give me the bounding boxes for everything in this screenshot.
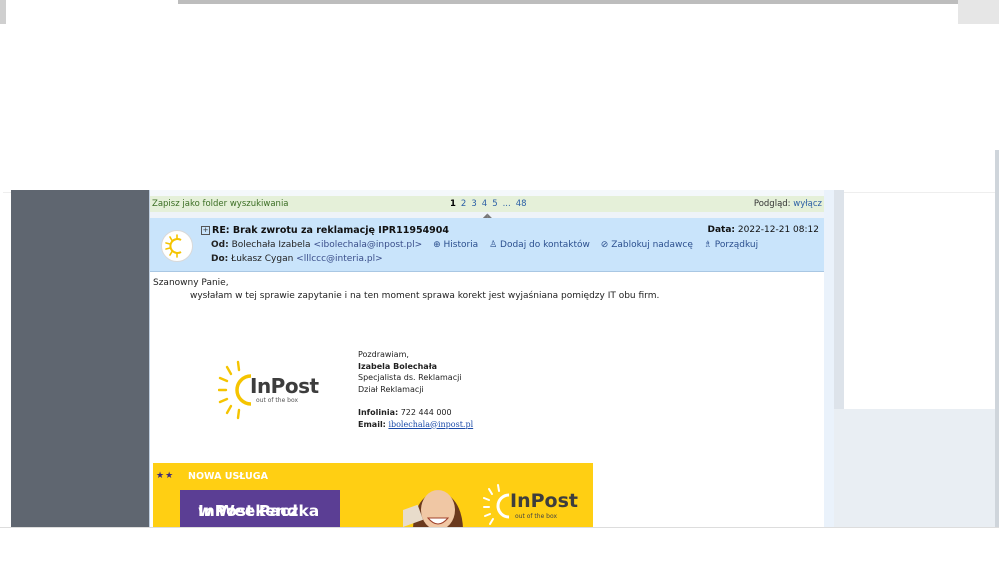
history-action[interactable]: ⊕ Historia — [433, 240, 478, 250]
phone-value: 722 444 000 — [400, 408, 452, 417]
sender-avatar — [161, 230, 193, 262]
list-toolbar: Zapisz jako folder wyszukiwania 1 2 3 4 … — [150, 196, 824, 212]
inpost-logo: InPost out of the box — [218, 360, 319, 420]
history-label: Historia — [443, 240, 479, 250]
sig-email: Email: ibolechala@inpost.pl — [358, 419, 473, 431]
banner-headline-line-2: w Weekend — [198, 502, 298, 520]
blank-overlay — [3, 24, 999, 193]
signature: Pozdrawiam, Izabela Bolechała Specjalist… — [358, 349, 473, 430]
bottom-strip — [0, 527, 999, 563]
to-email[interactable]: <lllccc@interia.pl> — [296, 254, 383, 264]
block-icon: ⊘ — [600, 240, 609, 250]
block-sender-action[interactable]: ⊘ Zablokuj nadawcę — [601, 240, 693, 250]
to-name: Łukasz Cygan — [231, 254, 294, 264]
save-search-folder-link[interactable]: Zapisz jako folder wyszukiwania — [152, 199, 289, 209]
top-edge-left — [0, 0, 6, 24]
phone-label: Infolinia: — [358, 408, 399, 417]
banner-inpost-logo: InPost out of the box — [483, 483, 583, 528]
message-subject: RE: Brak zwrotu za reklamację IPR1195490… — [212, 225, 450, 236]
from-email[interactable]: <ibolechala@inpost.pl> — [313, 240, 422, 250]
sig-name: Izabela Bolechała — [358, 361, 438, 371]
plus-box-icon[interactable]: + — [201, 226, 210, 235]
to-line: Do: Łukasz Cygan <lllccc@interia.pl> — [211, 254, 383, 264]
top-edge-right — [958, 0, 999, 24]
right-blank — [844, 367, 999, 409]
pagination: 1 2 3 4 5 ... 48 — [450, 199, 527, 209]
add-contact-label: Dodaj do kontaktów — [500, 240, 590, 250]
logo-tagline: out of the box — [256, 397, 299, 404]
message-date: Data: 2022-12-21 08:12 — [707, 225, 819, 235]
sort-action[interactable]: ♗ Porządkuj — [704, 240, 758, 250]
stars-icon: ★★ — [156, 471, 175, 481]
to-label: Do: — [211, 254, 229, 264]
page-link[interactable]: 4 — [482, 199, 487, 209]
banner-logo-wordmark: InPost — [510, 490, 578, 512]
page-link[interactable]: 5 — [492, 199, 497, 209]
sig-department: Dział Reklamacji — [358, 384, 424, 394]
banner-headline-box: InPost Paczka w Weekend — [180, 490, 340, 530]
right-side-panel — [834, 409, 995, 530]
date-value: 2022-12-21 08:12 — [737, 225, 819, 235]
left-sidebar-panel[interactable] — [11, 190, 149, 530]
date-label: Data: — [707, 225, 736, 235]
message-header: + RE: Brak zwrotu za reklamację IPR11954… — [150, 218, 824, 272]
sig-email-link[interactable]: ibolechala@inpost.pl — [388, 420, 473, 429]
sig-closing: Pozdrawiam, — [358, 350, 409, 359]
from-name: Bolechała Izabela — [231, 240, 311, 250]
preview-off-link[interactable]: wyłącz — [793, 199, 822, 209]
block-sender-label: Zablokuj nadawcę — [611, 240, 693, 250]
preview-label: Podgląd: — [753, 199, 791, 209]
from-line: Od: Bolechała Izabela <ibolechala@inpost… — [211, 240, 758, 250]
sort-icon: ♗ — [703, 240, 712, 250]
top-edge-bar — [178, 0, 958, 4]
logo-wordmark: InPost — [250, 374, 319, 398]
sort-label: Porządkuj — [714, 240, 759, 250]
preview-toggle: Podgląd: wyłącz — [754, 199, 822, 209]
greeting: Szanowny Panie, — [153, 278, 229, 288]
message-body: Szanowny Panie, wysłałam w tej sprawie z… — [150, 272, 824, 530]
page-link-last[interactable]: 48 — [516, 199, 527, 209]
sig-title: Specjalista ds. Reklamacji — [358, 373, 462, 382]
email-label: Email: — [358, 419, 386, 429]
promo-banner[interactable]: ★★ NOWA USŁUGA InPost Paczka w Weekend I… — [153, 463, 593, 530]
top-strip — [0, 0, 999, 24]
add-contact-action[interactable]: ♙ Dodaj do kontaktów — [489, 240, 590, 250]
vertical-scrollbar[interactable] — [995, 150, 999, 530]
banner-logo-tagline: out of the box — [515, 513, 558, 520]
add-contact-icon: ♙ — [489, 240, 498, 250]
page-ellipsis: ... — [502, 199, 511, 209]
page-link[interactable]: 2 — [461, 199, 466, 209]
body-paragraph: wysłałam w tej sprawie zapytanie i na te… — [190, 291, 660, 301]
page-link-current[interactable]: 1 — [450, 199, 456, 209]
from-label: Od: — [211, 240, 229, 250]
banner-tag: NOWA USŁUGA — [188, 471, 268, 482]
sig-phone: Infolinia: 722 444 000 — [358, 407, 473, 419]
page-link[interactable]: 3 — [471, 199, 476, 209]
woman-photo-icon — [403, 490, 464, 530]
history-icon: ⊕ — [433, 240, 441, 250]
